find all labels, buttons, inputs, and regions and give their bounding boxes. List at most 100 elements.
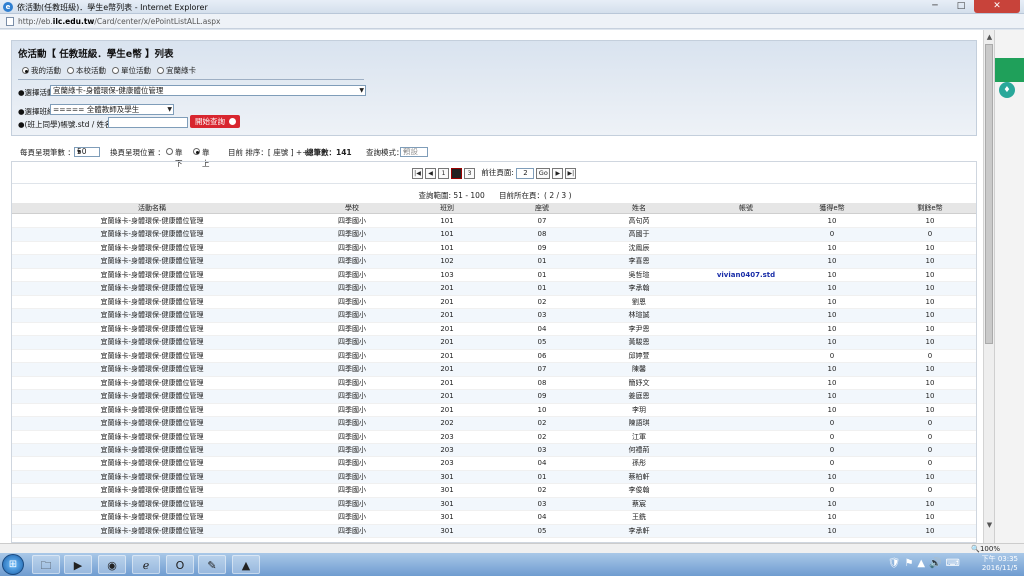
page-3-button[interactable]: 3	[464, 167, 475, 179]
table-row: 宜蘭綠卡-身體環保-健康體位管理 四季國小 203 04 孫彤 0 0	[12, 457, 976, 471]
first-page-button[interactable]: |◀	[412, 167, 423, 179]
column-header[interactable]: 活動名稱	[92, 203, 212, 214]
scroll-thumb[interactable]	[985, 44, 993, 344]
table-cell: 宜蘭綠卡-身體環保-健康體位管理	[100, 526, 204, 535]
table-cell: 10	[925, 217, 935, 225]
table-cell: 李尹恩	[628, 324, 650, 333]
page-2-button[interactable]: 2	[451, 167, 462, 179]
table-cell: 0	[927, 486, 933, 495]
table-cell: 宜蘭綠卡-身體環保-健康體位管理	[100, 513, 204, 522]
column-header[interactable]: 剩餘e幣	[870, 203, 976, 214]
scroll-down-icon[interactable]: ▼	[985, 521, 994, 529]
table-cell: 10	[925, 472, 935, 481]
maximize-button[interactable]: □	[948, 0, 974, 13]
radio-icon	[22, 67, 29, 74]
side-app-icon[interactable]: ♦	[999, 82, 1015, 98]
taskbar-app-icon[interactable]: ✎	[198, 555, 226, 574]
table-cell: 邱婷萱	[628, 351, 650, 360]
table-cell: 10	[925, 526, 935, 535]
last-page-button[interactable]: ▶|	[565, 167, 577, 179]
close-button[interactable]: ✕	[974, 0, 1020, 13]
table-cell: 蔡宸	[632, 499, 646, 508]
page-content: 依活動【 任教班級．學生e幣 】列表 我的活動 本校活動 單位活動 宜蘭綠卡 ●選擇活…	[0, 30, 983, 543]
table-cell: 吳哲瑄	[628, 270, 650, 279]
table-cell: 蔡柏軒	[628, 472, 650, 481]
table-cell: 10	[925, 297, 935, 306]
activity-select[interactable]: 宜蘭綠卡-身體環保-健康體位管理 ▼	[50, 85, 366, 96]
table-cell: 宜蘭綠卡-身體環保-健康體位管理	[100, 378, 204, 387]
zoom-level[interactable]: 🔍100%	[971, 545, 1000, 553]
table-cell: 10	[925, 392, 935, 401]
taskbar-app-icon[interactable]: ▶	[64, 555, 92, 574]
table-header: 活動名稱 學校 班別 座號 姓名 帳號 獲得e幣 剩餘e幣	[12, 203, 976, 214]
scope-radio-3[interactable]: 宜蘭綠卡	[157, 65, 196, 76]
prev-page-button[interactable]: ◀	[425, 167, 436, 179]
table-cell: 王銑	[632, 513, 646, 522]
start-query-button[interactable]: 開始查詢	[190, 115, 240, 128]
range-info: 查詢範圍: 51 - 100 目前所在頁：( 2 / 3 )	[418, 191, 572, 200]
table-row: 宜蘭綠卡-身體環保-健康體位管理 四季國小 201 01 李承翰 10 10	[12, 282, 976, 296]
side-panel: ♦	[994, 30, 1024, 543]
per-page-label: 每頁呈現筆數 ：	[20, 148, 75, 157]
page-title: 依活動【 任教班級．學生e幣 】列表	[18, 49, 174, 60]
per-page-select[interactable]: 50 ▾	[74, 147, 100, 157]
table-row: 宜蘭綠卡-身體環保-健康體位管理 四季國小 101 08 高國于 0 0	[12, 228, 976, 242]
table-cell: 陳馨	[632, 365, 646, 374]
position-down-radio[interactable]: 靠下	[166, 147, 183, 168]
table-row: 宜蘭綠卡-身體環保-健康體位管理 四季國小 101 07 高句芮 10 10	[12, 215, 976, 229]
go-button[interactable]: Go	[536, 167, 551, 179]
scope-radio-0[interactable]: 我的活動	[22, 65, 61, 76]
table-row: 宜蘭綠卡-身體環保-健康體位管理 四季國小 201 03 林瑄誠 10 10	[12, 309, 976, 323]
side-widget[interactable]	[995, 58, 1024, 82]
position-up-radio[interactable]: 靠上	[193, 147, 210, 168]
table-cell: 宜蘭綠卡-身體環保-健康體位管理	[100, 351, 204, 360]
filter-panel: 依活動【 任教班級．學生e幣 】列表 我的活動 本校活動 單位活動 宜蘭綠卡 ●選擇活…	[11, 40, 977, 136]
table-row: 宜蘭綠卡-身體環保-健康體位管理 四季國小 301 01 蔡柏軒 10 10	[12, 470, 976, 485]
table-cell: 高國于	[628, 230, 650, 239]
start-button[interactable]: ⊞	[2, 554, 24, 575]
table-row: 宜蘭綠卡-身體環保-健康體位管理 四季國小 201 05 黃駿恩 10 10	[12, 336, 976, 350]
ie-logo-icon: e	[3, 2, 13, 12]
table-row: 宜蘭綠卡-身體環保-健康體位管理 四季國小 201 04 李尹恩 10 10	[12, 323, 976, 337]
taskbar: ⊞ 🗀 ▶ ◉ ℯ O ✎ ▲ 🛡⚑▲🔊⌨ 下午 03:35 2016/11/5	[0, 553, 1024, 576]
taskbar-app-icon[interactable]: O	[166, 555, 194, 574]
mode-select[interactable]: 預設 ▾	[400, 147, 428, 157]
table-cell: 何禮荊	[628, 445, 650, 454]
table-cell: 0	[927, 419, 933, 428]
chevron-down-icon: ▼	[359, 87, 364, 94]
pager-position-label: 換頁呈現位置 ：	[110, 148, 165, 157]
account-name-input[interactable]	[108, 117, 188, 128]
window-titlebar: e 依活動(任教班級)．學生e幣列表 - Internet Explorer ─…	[0, 0, 1024, 14]
mode-label: 查詢模式：	[366, 148, 404, 157]
table-cell: 陳語琪	[628, 419, 650, 428]
table-row: 宜蘭綠卡-身體環保-健康體位管理 四季國小 203 03 何禮荊 0 0	[12, 443, 976, 458]
system-tray[interactable]: 🛡⚑▲🔊⌨	[888, 558, 964, 569]
minimize-button[interactable]: ─	[922, 0, 948, 13]
url-text[interactable]: http://eb.ilc.edu.tw/Card/center/x/ePoin…	[18, 17, 221, 26]
clock[interactable]: 下午 03:35 2016/11/5	[982, 555, 1018, 573]
taskbar-app-icon[interactable]: ◉	[98, 555, 126, 574]
table-cell: 宜蘭綠卡-身體環保-健康體位管理	[100, 217, 204, 225]
table-cell: 宜蘭綠卡-身體環保-健康體位管理	[100, 324, 204, 333]
table-cell: 宜蘭綠卡-身體環保-健康體位管理	[100, 459, 204, 468]
column-header[interactable]: 姓名	[579, 203, 699, 214]
vertical-scrollbar[interactable]: ▲ ▼	[983, 30, 994, 543]
table-cell: 宜蘭綠卡-身體環保-健康體位管理	[100, 486, 204, 495]
table-row: 宜蘭綠卡-身體環保-健康體位管理 四季國小 201 06 邱婷萱 0 0	[12, 350, 976, 364]
scope-radio-1[interactable]: 本校活動	[67, 65, 106, 76]
scope-radio-2[interactable]: 單位活動	[112, 65, 151, 76]
scroll-up-icon[interactable]: ▲	[985, 33, 994, 41]
taskbar-app-icon[interactable]: ℯ	[132, 555, 160, 574]
table-cell: 0	[927, 230, 933, 239]
class-select[interactable]: ===== 全體教師及學生 =====▼	[50, 104, 174, 115]
table-cell: 李承翰	[628, 284, 650, 293]
table-cell: 10	[925, 270, 935, 279]
next-page-button[interactable]: ▶	[552, 167, 564, 179]
taskbar-app-icon[interactable]: 🗀	[32, 555, 60, 574]
page-1-button[interactable]: 1	[438, 167, 449, 179]
status-bar: 🔍100%	[0, 543, 1024, 553]
address-bar[interactable]: http://eb.ilc.edu.tw/Card/center/x/ePoin…	[0, 14, 1024, 29]
table-cell: 宜蘭綠卡-身體環保-健康體位管理	[100, 297, 204, 306]
goto-page-input[interactable]: 2	[515, 167, 534, 179]
taskbar-app-icon[interactable]: ▲	[232, 555, 260, 574]
